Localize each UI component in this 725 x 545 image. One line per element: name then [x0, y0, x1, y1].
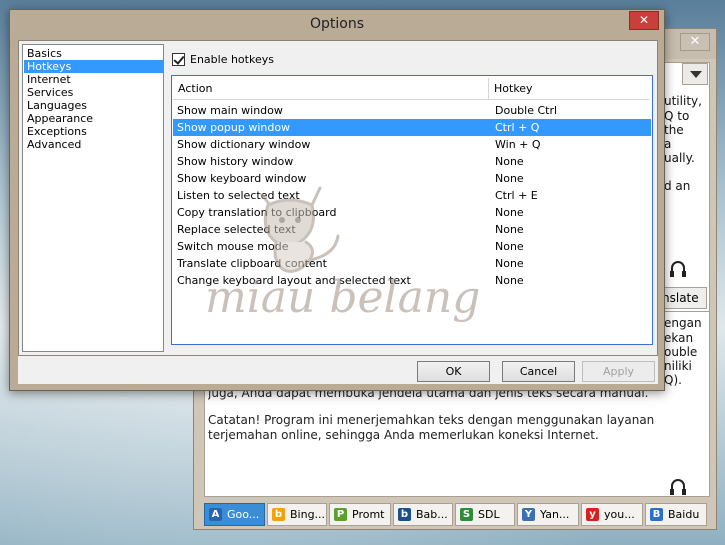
- nav-item-languages[interactable]: Languages: [24, 99, 163, 112]
- table-row[interactable]: Listen to selected text Ctrl + E: [173, 187, 651, 204]
- nav-item-advanced[interactable]: Advanced: [24, 138, 163, 151]
- table-row[interactable]: Translate clipboard content None: [173, 255, 651, 272]
- google-translate-icon: A: [209, 508, 222, 521]
- action-cell: Copy translation to clipboard: [177, 206, 337, 219]
- service-tab-bar: A Goo... b Bing... P Promt b Bab... S SD…: [202, 503, 710, 527]
- hotkeys-table: Action Hotkey Show main window Double Ct…: [171, 75, 653, 345]
- cancel-button[interactable]: Cancel: [502, 361, 575, 382]
- service-tab-baidu[interactable]: B Baidu: [645, 503, 707, 526]
- youdao-icon: y: [586, 508, 599, 521]
- translation-text-fragment: ouble: [664, 345, 698, 359]
- apply-button[interactable]: Apply: [582, 361, 655, 382]
- table-row[interactable]: Show history window None: [173, 153, 651, 170]
- hotkey-cell: Ctrl + E: [495, 189, 538, 202]
- nav-item-exceptions[interactable]: Exceptions: [24, 125, 163, 138]
- table-row[interactable]: Replace selected text None: [173, 221, 651, 238]
- source-text-fragment: the: [664, 123, 684, 137]
- service-tab-label: you...: [604, 508, 635, 521]
- nav-item-services[interactable]: Services: [24, 86, 163, 99]
- bing-icon: b: [272, 508, 285, 521]
- table-row-selected[interactable]: Show popup window Ctrl + Q: [173, 119, 651, 136]
- close-icon: ✕: [638, 13, 650, 27]
- service-tab-label: Bing...: [290, 508, 326, 521]
- nav-item-basics[interactable]: Basics: [24, 47, 163, 60]
- action-cell: Replace selected text: [177, 223, 296, 236]
- hotkey-cell: None: [495, 240, 524, 253]
- translate-button[interactable]: nslate: [659, 287, 707, 309]
- table-row[interactable]: Show main window Double Ctrl: [173, 102, 651, 119]
- translation-text-fragment: niliki: [664, 359, 692, 373]
- options-category-list: Basics Hotkeys Internet Services Languag…: [22, 44, 164, 352]
- baidu-icon: B: [650, 508, 663, 521]
- dialog-body: Basics Hotkeys Internet Services Languag…: [18, 40, 658, 356]
- column-header-hotkey[interactable]: Hotkey: [489, 78, 649, 100]
- source-text-fragment: ually.: [664, 151, 695, 165]
- service-tab-sdl[interactable]: S SDL: [455, 503, 515, 526]
- ok-button[interactable]: OK: [417, 361, 490, 382]
- nav-item-appearance[interactable]: Appearance: [24, 112, 163, 125]
- nav-item-hotkeys[interactable]: Hotkeys: [24, 60, 163, 73]
- language-dropdown-button[interactable]: [682, 63, 708, 85]
- enable-hotkeys-label[interactable]: Enable hotkeys: [190, 53, 274, 66]
- service-tab-google[interactable]: A Goo...: [204, 503, 265, 526]
- hotkey-cell: None: [495, 172, 524, 185]
- action-cell: Show dictionary window: [177, 138, 311, 151]
- service-tab-yandex[interactable]: Y Yan...: [517, 503, 579, 526]
- table-row[interactable]: Copy translation to clipboard None: [173, 204, 651, 221]
- action-cell: Show keyboard window: [177, 172, 307, 185]
- service-tab-label: Baidu: [668, 508, 700, 521]
- babylon-icon: b: [398, 508, 411, 521]
- dialog-title: Options: [309, 16, 365, 32]
- dialog-button-bar: OK Cancel Apply: [18, 356, 658, 384]
- hotkey-cell: None: [495, 274, 524, 287]
- hotkey-cell: None: [495, 257, 524, 270]
- listen-translation-icon[interactable]: [670, 479, 686, 495]
- hotkey-cell: None: [495, 155, 524, 168]
- options-dialog: Options ✕ Basics Hotkeys Internet Servic…: [9, 9, 665, 391]
- service-tab-label: Yan...: [540, 508, 570, 521]
- service-tab-label: Promt: [352, 508, 385, 521]
- hotkey-cell: None: [495, 223, 524, 236]
- action-cell: Listen to selected text: [177, 189, 300, 202]
- dialog-close-button[interactable]: ✕: [629, 11, 659, 30]
- translation-note-paragraph: Catatan! Program ini menerjemahkan teks …: [208, 413, 655, 442]
- promt-icon: P: [334, 508, 347, 521]
- action-cell: Show popup window: [177, 121, 291, 134]
- service-tab-promt[interactable]: P Promt: [329, 503, 391, 526]
- yandex-icon: Y: [522, 508, 535, 521]
- action-cell: Show history window: [177, 155, 294, 168]
- hotkey-cell: Win + Q: [495, 138, 541, 151]
- source-text-fragment: a: [664, 137, 672, 151]
- translator-close-button[interactable]: ✕: [680, 33, 710, 51]
- table-row[interactable]: Switch mouse mode None: [173, 238, 651, 255]
- source-text-fragment: Q to: [664, 109, 690, 123]
- hotkey-cell: Double Ctrl: [495, 104, 558, 117]
- translation-text-fragment: engan: [664, 316, 702, 330]
- action-cell: Switch mouse mode: [177, 240, 289, 253]
- action-cell: Change keyboard layout and selected text: [177, 274, 411, 287]
- source-text-fragment: d an: [664, 179, 691, 193]
- sdl-icon: S: [460, 508, 473, 521]
- hotkey-cell: None: [495, 206, 524, 219]
- nav-item-internet[interactable]: Internet: [24, 73, 163, 86]
- action-cell: Translate clipboard content: [177, 257, 327, 270]
- service-tab-youdao[interactable]: y you...: [581, 503, 643, 526]
- service-tab-babylon[interactable]: b Bab...: [393, 503, 453, 526]
- translation-text-fragment: ekan: [664, 331, 694, 345]
- listen-source-icon[interactable]: [670, 261, 686, 277]
- column-header-action[interactable]: Action: [173, 78, 489, 100]
- service-tab-label: Bab...: [416, 508, 448, 521]
- table-row[interactable]: Show dictionary window Win + Q: [173, 136, 651, 153]
- service-tab-bing[interactable]: b Bing...: [267, 503, 327, 526]
- service-tab-label: SDL: [478, 508, 500, 521]
- table-row[interactable]: Show keyboard window None: [173, 170, 651, 187]
- checkbox-checked-icon[interactable]: [172, 53, 185, 66]
- source-text-fragment: utility,: [664, 94, 702, 108]
- service-tab-label: Goo...: [227, 508, 260, 521]
- hotkey-cell: Ctrl + Q: [495, 121, 540, 134]
- table-row[interactable]: Change keyboard layout and selected text…: [173, 272, 651, 289]
- action-cell: Show main window: [177, 104, 283, 117]
